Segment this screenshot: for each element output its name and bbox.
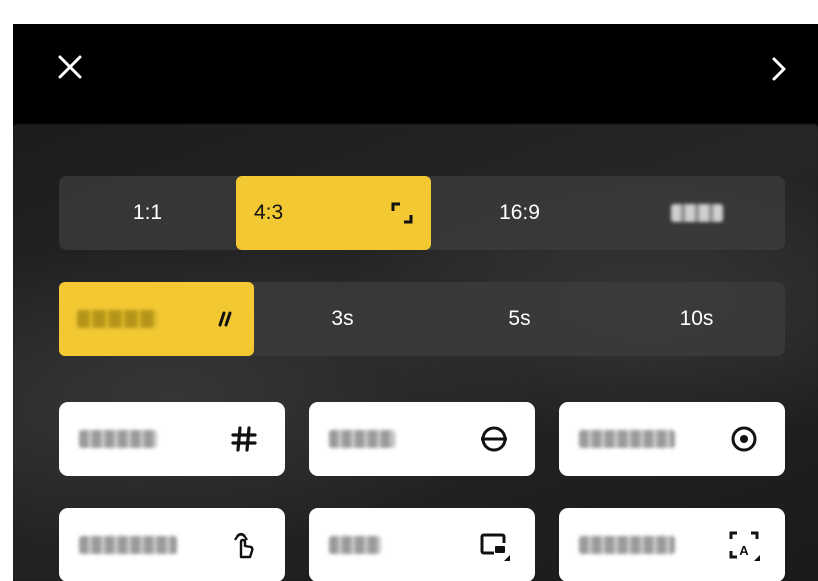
aspect-ratio-selector: 1:1 4:3 16:9 xyxy=(59,176,785,250)
timer-label: 10s xyxy=(679,307,714,330)
ratio-option-4-3[interactable]: 4:3 xyxy=(236,176,431,250)
subtitle-icon xyxy=(477,528,511,562)
scan-text-icon: A xyxy=(727,528,761,562)
ratio-option-1-1[interactable]: 1:1 xyxy=(59,176,236,250)
close-icon xyxy=(58,55,82,79)
subtitle-toggle[interactable] xyxy=(309,508,535,581)
more-settings-label xyxy=(650,55,760,83)
level-icon xyxy=(477,422,511,456)
tile-label xyxy=(579,536,675,554)
grid-icon xyxy=(227,422,261,456)
crop-corners-icon xyxy=(391,202,413,224)
capture-circle-icon xyxy=(727,422,761,456)
tile-label xyxy=(329,430,395,448)
close-button[interactable] xyxy=(53,50,87,84)
capture-toggle[interactable] xyxy=(559,402,785,476)
svg-text:A: A xyxy=(739,543,749,558)
timer-selector: 3s 5s 10s xyxy=(59,282,785,356)
timer-label: 5s xyxy=(508,307,531,330)
ratio-option-full[interactable] xyxy=(608,176,785,250)
timer-label: 3s xyxy=(331,307,354,330)
tile-label xyxy=(579,430,675,448)
timer-mark-icon xyxy=(218,311,232,327)
tile-label xyxy=(329,536,381,554)
gesture-toggle[interactable] xyxy=(59,508,285,581)
ratio-option-16-9[interactable]: 16:9 xyxy=(431,176,608,250)
tile-label xyxy=(79,430,157,448)
ratio-label xyxy=(670,204,723,222)
timer-option-10s[interactable]: 10s xyxy=(608,282,785,356)
ratio-label: 4:3 xyxy=(254,201,284,224)
chevron-right-icon xyxy=(772,57,786,81)
ratio-label: 16:9 xyxy=(499,201,540,224)
level-toggle[interactable] xyxy=(309,402,535,476)
grid-toggle[interactable] xyxy=(59,402,285,476)
gesture-hand-icon xyxy=(227,528,261,562)
ratio-label: 1:1 xyxy=(132,201,163,224)
timer-option-3s[interactable]: 3s xyxy=(254,282,431,356)
timer-option-5s[interactable]: 5s xyxy=(431,282,608,356)
tile-label xyxy=(79,536,177,554)
scan-text-toggle[interactable]: A xyxy=(559,508,785,581)
more-settings-link[interactable] xyxy=(650,52,788,86)
camera-settings-panel: 1:1 4:3 16:9 3s 5s 10s A xyxy=(13,24,818,581)
timer-label xyxy=(77,310,157,328)
timer-option-off[interactable] xyxy=(59,282,254,356)
